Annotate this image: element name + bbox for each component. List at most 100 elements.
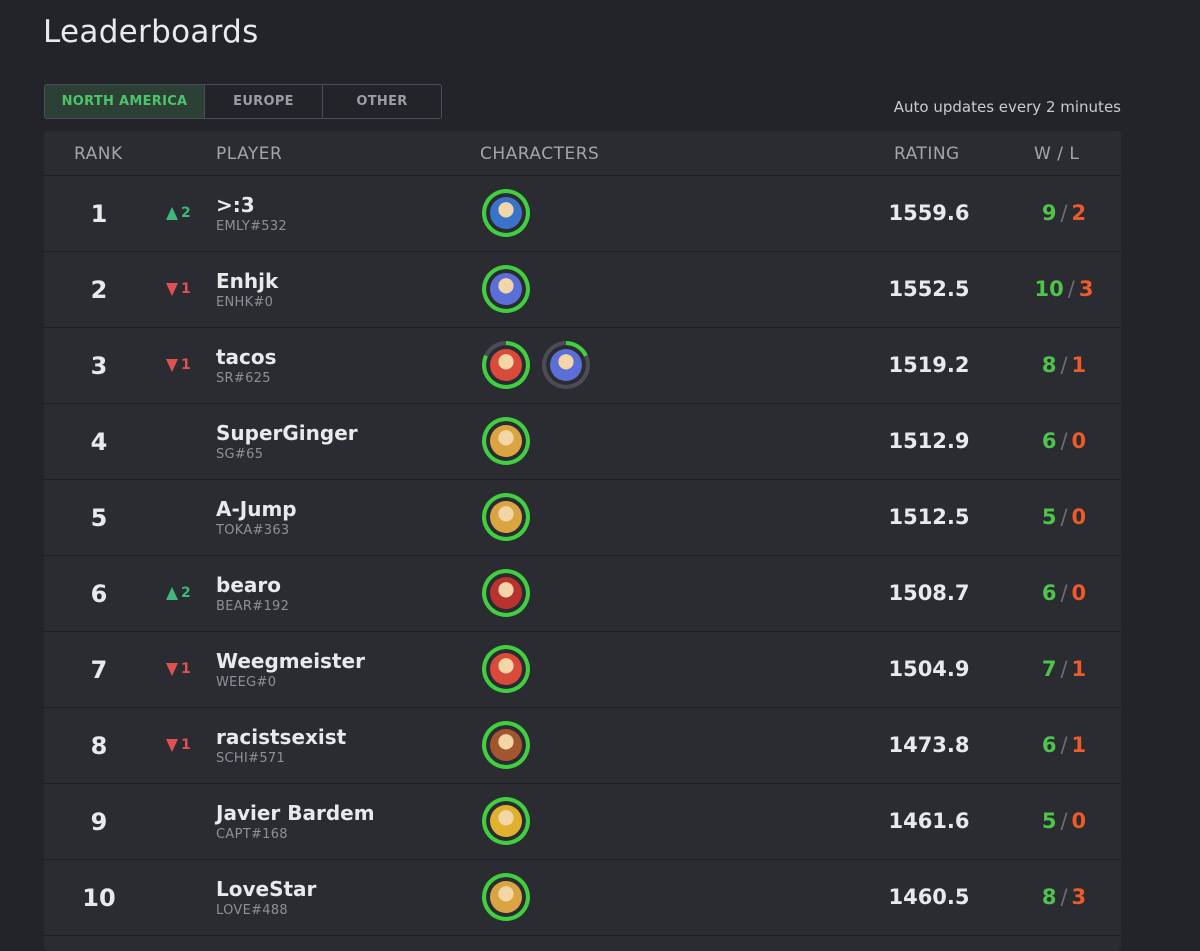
wl-separator: / — [1060, 809, 1068, 833]
losses-value: 0 — [1071, 505, 1087, 529]
rank-change-down: 1 — [166, 737, 191, 753]
table-row[interactable]: 8 1 racistsexist SCHI#571 1473.8 6/1 — [44, 708, 1121, 784]
arrow-up-icon — [166, 586, 178, 600]
wins-value: 5 — [1041, 505, 1057, 529]
rank-column-header: RANK — [74, 144, 123, 164]
win-loss: 6/0 — [1009, 581, 1119, 605]
fox-icon — [490, 881, 522, 913]
wl-separator: / — [1060, 657, 1068, 681]
wins-value: 10 — [1034, 277, 1064, 301]
losses-value: 0 — [1071, 429, 1087, 453]
wl-separator: / — [1060, 581, 1068, 605]
table-row[interactable]: 2 1 Enhjk ENHK#0 1552.5 10/3 — [44, 252, 1121, 328]
win-loss: 8/1 — [1009, 353, 1119, 377]
arrow-up-icon — [166, 206, 178, 220]
player-code: CAPT#168 — [216, 827, 288, 842]
losses-value: 1 — [1071, 733, 1087, 757]
table-row[interactable]: 6 2 bearo BEAR#192 1508.7 6/0 — [44, 556, 1121, 632]
rank-change-value: 2 — [181, 585, 191, 601]
rank-number: 1 — [90, 200, 108, 228]
table-row[interactable]: 5 A-Jump TOKA#363 1512.5 5/0 — [44, 480, 1121, 556]
player-name[interactable]: LoveStar — [216, 877, 316, 901]
table-row[interactable]: 4 SuperGinger SG#65 1512.9 6/0 — [44, 404, 1121, 480]
rank-number: 8 — [90, 732, 108, 760]
character-ring — [482, 797, 530, 845]
rank-number: 2 — [90, 276, 108, 304]
table-row[interactable]: 10 LoveStar LOVE#488 1460.5 8/3 — [44, 860, 1121, 936]
rank-change-down: 1 — [166, 357, 191, 373]
wins-value: 7 — [1041, 657, 1057, 681]
rank-number: 10 — [82, 884, 116, 912]
table-row[interactable]: 3 1 tacos SR#625 1519.2 8/1 — [44, 328, 1121, 404]
losses-value: 3 — [1078, 277, 1094, 301]
character-ring — [482, 569, 530, 617]
rank-change-value: 2 — [181, 205, 191, 221]
player-name[interactable]: bearo — [216, 573, 281, 597]
rating-value: 1461.6 — [888, 809, 970, 833]
character-ring — [542, 341, 590, 389]
rank-change-up: 2 — [166, 585, 191, 601]
player-name[interactable]: A-Jump — [216, 497, 297, 521]
character-list — [482, 645, 530, 693]
player-name[interactable]: Enhjk — [216, 269, 278, 293]
rating-value: 1504.9 — [888, 657, 970, 681]
player-name[interactable]: tacos — [216, 345, 277, 369]
losses-value: 0 — [1071, 581, 1087, 605]
characters-column-header: CHARACTERS — [480, 144, 600, 164]
tab-north-america[interactable]: NORTH AMERICA — [45, 85, 205, 118]
table-row[interactable]: 9 Javier Bardem CAPT#168 1461.6 5/0 — [44, 784, 1121, 860]
roy-icon — [490, 577, 522, 609]
rating-value: 1512.9 — [888, 429, 970, 453]
fox-icon — [490, 501, 522, 533]
character-ring — [482, 873, 530, 921]
character-list — [482, 493, 530, 541]
player-column-header: PLAYER — [216, 144, 283, 164]
character-list — [482, 721, 530, 769]
auto-update-note: Auto updates every 2 minutes — [893, 98, 1121, 116]
player-name[interactable]: Weegmeister — [216, 649, 365, 673]
arrow-down-icon — [166, 358, 178, 372]
player-code: SG#65 — [216, 447, 264, 462]
rating-value: 1559.6 — [888, 201, 970, 225]
rating-value: 1552.5 — [888, 277, 970, 301]
rank-number: 3 — [90, 352, 108, 380]
rating-value: 1512.5 — [888, 505, 970, 529]
win-loss: 5/0 — [1009, 505, 1119, 529]
wl-separator: / — [1060, 353, 1068, 377]
table-row[interactable]: 7 1 Weegmeister WEEG#0 1504.9 7/1 — [44, 632, 1121, 708]
player-code: TOKA#363 — [216, 523, 290, 538]
win-loss: 10/3 — [1009, 277, 1119, 301]
wl-separator: / — [1060, 505, 1068, 529]
rating-value: 1519.2 — [888, 353, 970, 377]
rating-value: 1460.5 — [888, 885, 970, 909]
wl-separator: / — [1060, 429, 1068, 453]
character-list — [482, 569, 530, 617]
losses-value: 3 — [1071, 885, 1087, 909]
character-ring — [482, 265, 530, 313]
player-name[interactable]: Javier Bardem — [216, 801, 375, 825]
falcon-icon — [490, 653, 522, 685]
wins-value: 8 — [1041, 885, 1057, 909]
player-name[interactable]: >:3 — [216, 193, 255, 217]
rank-number: 5 — [90, 504, 108, 532]
tab-europe[interactable]: EUROPE — [205, 85, 323, 118]
falco-icon — [550, 349, 582, 381]
table-row[interactable]: 1 2 >:3 EMLY#532 1559.6 9/2 — [44, 176, 1121, 252]
falcon-icon — [490, 805, 522, 837]
character-list — [482, 797, 530, 845]
player-name[interactable]: racistsexist — [216, 725, 346, 749]
player-code: ENHK#0 — [216, 295, 274, 310]
wl-separator: / — [1060, 733, 1068, 757]
rating-value: 1508.7 — [888, 581, 970, 605]
rank-number: 9 — [90, 808, 108, 836]
player-name[interactable]: SuperGinger — [216, 421, 358, 445]
win-loss: 7/1 — [1009, 657, 1119, 681]
character-list — [482, 341, 590, 389]
character-ring — [482, 645, 530, 693]
character-list — [482, 417, 530, 465]
arrow-down-icon — [166, 662, 178, 676]
character-ring — [482, 341, 530, 389]
rank-change-down: 1 — [166, 661, 191, 677]
tab-other[interactable]: OTHER — [323, 85, 441, 118]
wl-column-header: W / L — [1034, 144, 1080, 164]
